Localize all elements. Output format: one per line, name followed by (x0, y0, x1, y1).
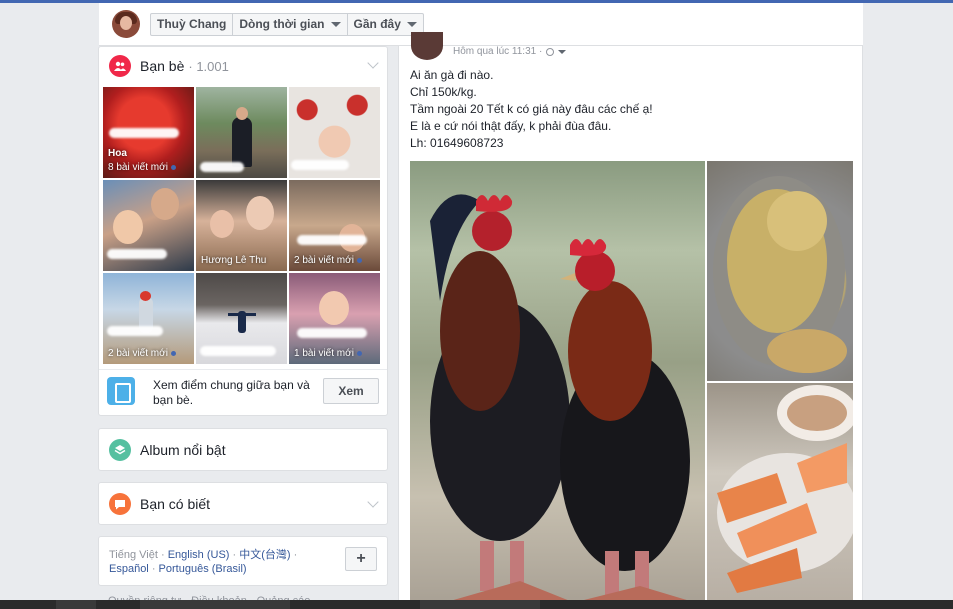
profile-breadcrumb: Thuỳ Chang Dòng thời gian Gần đây (150, 13, 424, 36)
album-title: Album nổi bật (140, 442, 226, 458)
globe-icon (546, 47, 555, 56)
language-link[interactable]: Español (109, 563, 149, 575)
chevron-down-icon[interactable] (367, 496, 379, 508)
post-line: Lh: 01649608723 (410, 136, 504, 150)
language-link[interactable]: English (US) (168, 549, 230, 561)
friend-tile[interactable] (196, 273, 287, 364)
chevron-down-icon (330, 22, 341, 27)
friends-card: Bạn bè · 1.001 Hoa 8 bài viết mới Hương … (98, 46, 388, 416)
friend-tile[interactable]: 1 bài viết mới (289, 273, 380, 364)
profile-sticky-header: Thuỳ Chang Dòng thời gian Gần đây (99, 3, 863, 46)
current-language: Tiếng Việt (109, 549, 158, 561)
post-meta: Hôm qua lúc 11:31 · (453, 46, 567, 57)
friends-count: · 1.001 (188, 58, 229, 74)
layers-icon (109, 439, 131, 461)
friend-tile[interactable]: Hương Lê Thu (196, 180, 287, 271)
friend-name: Hương Lê Thu (201, 255, 267, 266)
timeline-dropdown[interactable]: Dòng thời gian (233, 14, 348, 35)
friends-suggestion: Xem điểm chung giữa bạn và bạn bè. Xem (99, 369, 387, 415)
post-body: Ai ăn gà đi nào. Chỉ 150k/kg. Tầm ngoài … (410, 67, 653, 152)
did-you-know-card[interactable]: Bạn có biết (98, 482, 388, 525)
friends-header[interactable]: Bạn bè · 1.001 (109, 55, 229, 77)
profile-name-link[interactable]: Thuỳ Chang (151, 14, 234, 35)
speech-bubble-icon (109, 493, 131, 515)
suggestion-text: Xem điểm chung giữa bạn và bạn bè. (153, 378, 310, 407)
chevron-down-icon (406, 22, 417, 27)
friend-new-posts: 2 bài viết mới (294, 255, 362, 266)
profile-avatar[interactable] (112, 10, 140, 38)
post-line: Chỉ 150k/kg. (410, 85, 477, 99)
post-photo-roosters[interactable] (410, 161, 705, 609)
post-timestamp[interactable]: Hôm qua lúc 11:31 · (453, 46, 542, 57)
post-line: Ai ăn gà đi nào. (410, 68, 494, 82)
friend-tile[interactable]: 2 bài viết mới (103, 273, 194, 364)
friend-tile[interactable]: 2 bài viết mới (289, 180, 380, 271)
view-button[interactable]: Xem (323, 378, 379, 404)
post-photo-boiled-chicken[interactable] (707, 161, 853, 381)
friend-new-posts: 1 bài viết mới (294, 348, 362, 359)
know-title: Bạn có biết (140, 496, 211, 512)
language-list: Tiếng Việt · English (US) · 中文(台灣) · Esp… (109, 549, 298, 575)
friend-tile[interactable]: Hoa 8 bài viết mới (103, 87, 194, 178)
friendship-icon (107, 377, 135, 405)
friend-tile[interactable] (103, 180, 194, 271)
language-card: Tiếng Việt · English (US) · 中文(台灣) · Esp… (98, 536, 388, 586)
friend-new-posts: 2 bài viết mới (108, 348, 176, 359)
friends-icon (109, 55, 131, 77)
post-author-avatar[interactable] (411, 32, 443, 60)
friends-title: Bạn bè (140, 58, 185, 74)
post-photo-chicken-feet[interactable] (707, 383, 853, 609)
post-line: Tầm ngoài 20 Tết k có giá này đâu các ch… (410, 102, 653, 116)
friends-grid: Hoa 8 bài viết mới Hương Lê Thu 2 bài vi… (103, 87, 382, 364)
friend-tile[interactable] (289, 87, 380, 178)
language-link[interactable]: Português (Brasil) (159, 563, 247, 575)
friend-tile[interactable] (196, 87, 287, 178)
chevron-down-icon[interactable] (367, 57, 379, 69)
friend-new-posts: 8 bài viết mới (108, 162, 176, 173)
post-line: E là e cứ nói thật đấy, k phải đùa đâu. (410, 119, 612, 133)
taskbar-strip (0, 600, 953, 609)
featured-albums-card[interactable]: Album nổi bật (98, 428, 388, 471)
add-language-button[interactable]: + (345, 547, 377, 571)
post-card: Hôm qua lúc 11:31 · Ai ăn gà đi nào. Chỉ… (398, 32, 863, 609)
friend-name: Hoa (108, 148, 127, 159)
language-link[interactable]: 中文(台灣) (239, 549, 290, 561)
audience-dropdown-icon[interactable] (558, 49, 567, 54)
